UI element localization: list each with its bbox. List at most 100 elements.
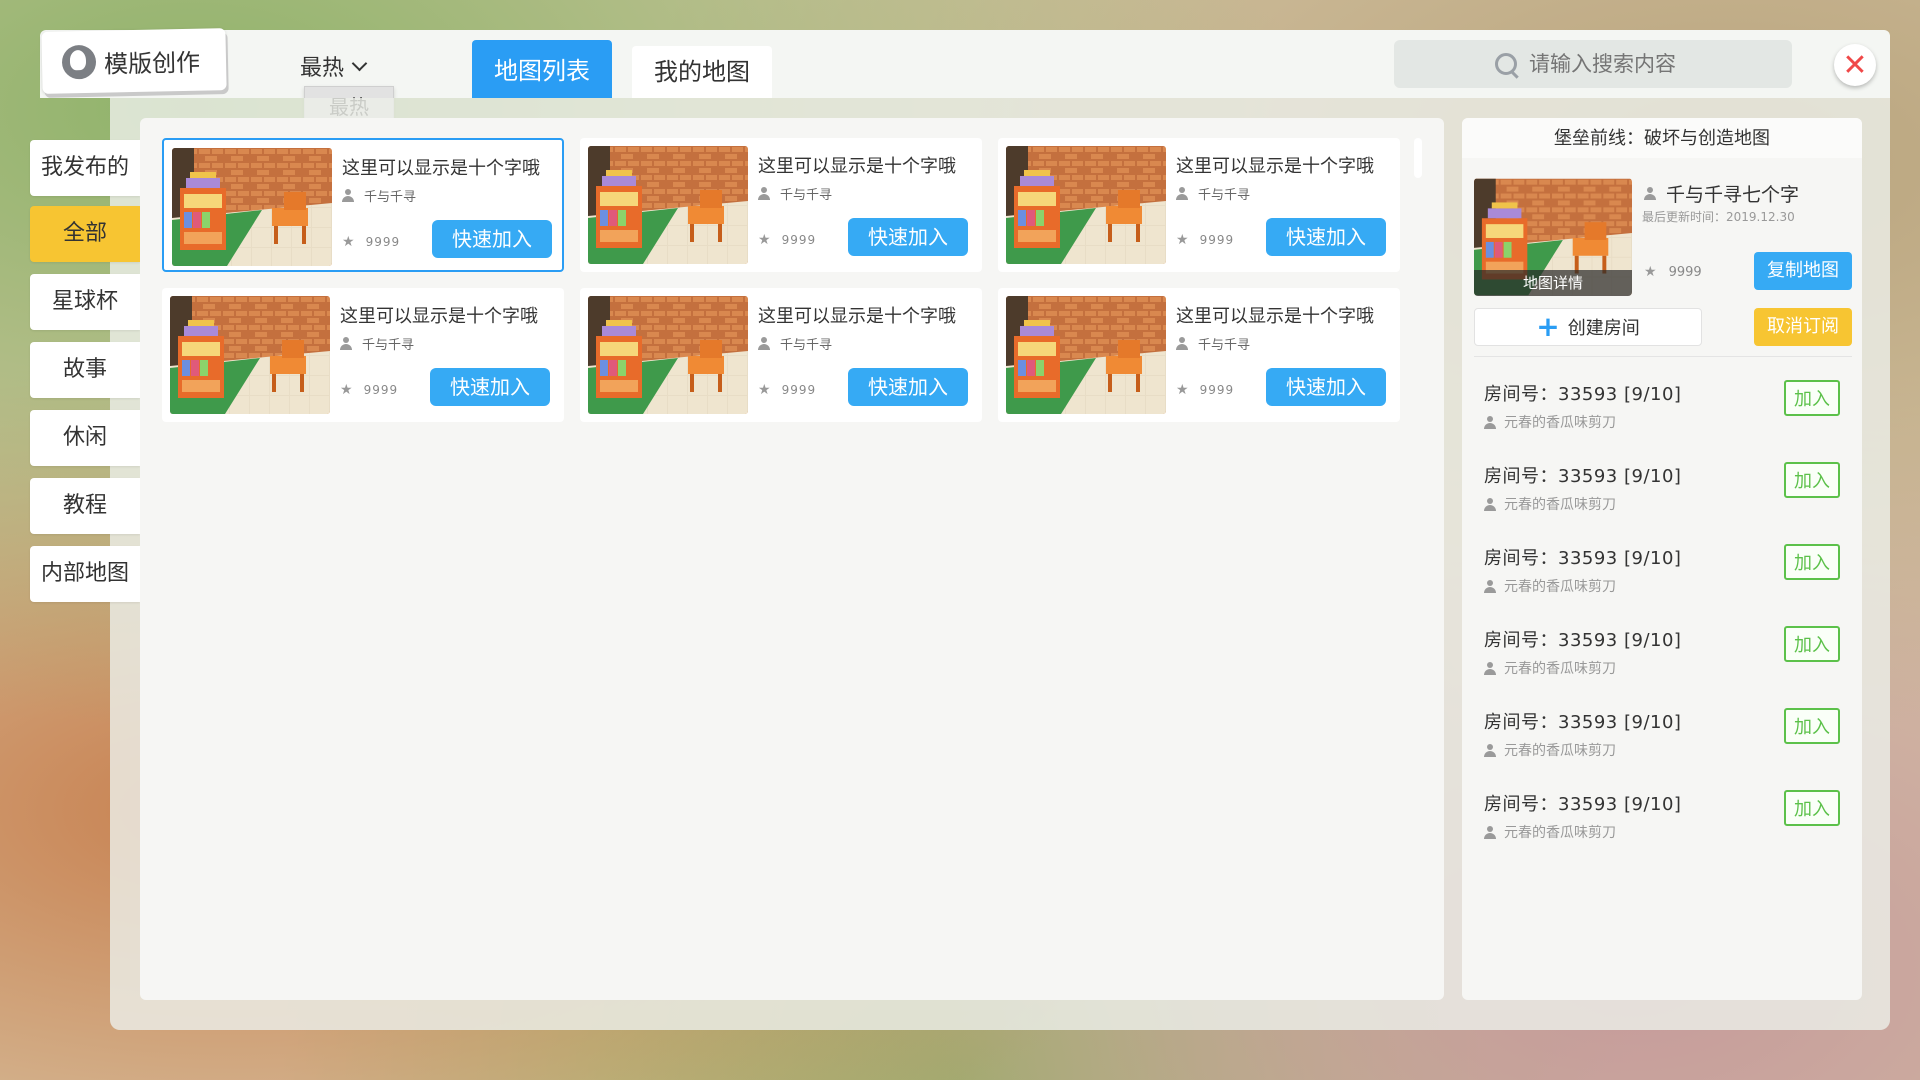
- map-card[interactable]: 这里可以显示是十个字哦 千与千寻 ★ 9999 快速加入: [580, 138, 982, 272]
- sidebar-item-casual[interactable]: 休闲: [30, 410, 140, 466]
- chevron-down-icon: [351, 55, 368, 71]
- map-card[interactable]: 这里可以显示是十个字哦 千与千寻 ★ 9999 快速加入: [998, 138, 1400, 272]
- copy-map-button[interactable]: 复制地图: [1754, 252, 1852, 290]
- room-owner: 元春的香瓜味剪刀: [1484, 576, 1616, 596]
- user-icon: [758, 337, 770, 350]
- sort-label: 最热: [300, 56, 345, 81]
- map-thumbnail: [1006, 296, 1166, 414]
- quick-join-button[interactable]: 快速加入: [432, 220, 552, 258]
- map-thumbnail: [588, 296, 748, 414]
- map-author: 千与千寻: [1176, 334, 1250, 353]
- map-card[interactable]: 这里可以显示是十个字哦 千与千寻 ★ 9999 快速加入: [162, 288, 564, 422]
- user-icon: [1644, 187, 1656, 200]
- map-thumbnail: [172, 148, 332, 266]
- map-author: 千与千寻: [758, 184, 832, 203]
- map-card[interactable]: 这里可以显示是十个字哦 千与千寻 ★ 9999 快速加入: [998, 288, 1400, 422]
- star-icon: ★: [758, 232, 772, 248]
- author-name: 千与千寻: [1198, 188, 1251, 203]
- room-owner: 元春的香瓜味剪刀: [1484, 494, 1616, 514]
- author-name: 千与千寻: [364, 190, 417, 205]
- quick-join-button[interactable]: 快速加入: [848, 368, 968, 406]
- search-input[interactable]: [1527, 51, 1691, 77]
- sidebar-item-all[interactable]: 全部: [30, 206, 140, 262]
- join-room-button[interactable]: 加入: [1784, 790, 1840, 826]
- map-thumbnail: [170, 296, 330, 414]
- room-item: 房间号：33593 [9/10] 元春的香瓜味剪刀 加入: [1484, 626, 1854, 696]
- tab-map-list[interactable]: 地图列表: [472, 40, 612, 98]
- sidebar-item-internal-maps[interactable]: 内部地图: [30, 546, 140, 602]
- map-rating: ★ 9999: [758, 232, 816, 248]
- join-room-button[interactable]: 加入: [1784, 380, 1840, 416]
- quick-join-button[interactable]: 快速加入: [1266, 368, 1386, 406]
- rating-value: 9999: [1199, 383, 1235, 397]
- room-owner: 元春的香瓜味剪刀: [1484, 822, 1616, 842]
- planet-logo-icon: [61, 44, 97, 80]
- map-thumbnail: [588, 146, 748, 264]
- star-icon: ★: [758, 382, 772, 398]
- quick-join-button[interactable]: 快速加入: [1266, 218, 1386, 256]
- room-owner: 元春的香瓜味剪刀: [1484, 740, 1616, 760]
- map-title: 这里可以显示是十个字哦: [1176, 156, 1374, 177]
- user-icon: [1176, 337, 1188, 350]
- detail-updated: 最后更新时间：2019.12.30: [1642, 210, 1795, 224]
- detail-author-name: 千与千寻七个字: [1666, 184, 1800, 206]
- close-icon: ✕: [1842, 47, 1868, 83]
- room-number: 房间号：33593 [9/10]: [1484, 712, 1682, 733]
- join-room-button[interactable]: 加入: [1784, 708, 1840, 744]
- room-owner-name: 元春的香瓜味剪刀: [1504, 661, 1616, 677]
- join-room-button[interactable]: 加入: [1784, 544, 1840, 580]
- map-author: 千与千寻: [342, 186, 416, 205]
- star-icon: ★: [342, 234, 356, 250]
- search-bar[interactable]: [1394, 40, 1792, 88]
- create-room-button[interactable]: + 创建房间: [1474, 308, 1702, 346]
- create-room-label: 创建房间: [1567, 318, 1640, 339]
- room-number: 房间号：33593 [9/10]: [1484, 466, 1682, 487]
- star-icon: ★: [1176, 232, 1190, 248]
- close-button[interactable]: ✕: [1834, 44, 1876, 86]
- room-number: 房间号：33593 [9/10]: [1484, 794, 1682, 815]
- user-icon: [758, 187, 770, 200]
- room-owner: 元春的香瓜味剪刀: [1484, 412, 1616, 432]
- room-item: 房间号：33593 [9/10] 元春的香瓜味剪刀 加入: [1484, 544, 1854, 614]
- plus-icon: +: [1536, 310, 1560, 343]
- divider: [1474, 356, 1852, 357]
- sidebar-item-published[interactable]: 我发布的: [30, 140, 140, 196]
- map-title: 这里可以显示是十个字哦: [758, 156, 956, 177]
- unsubscribe-button[interactable]: 取消订阅: [1754, 308, 1852, 346]
- map-title: 这里可以显示是十个字哦: [1176, 306, 1374, 327]
- list-scrollbar[interactable]: [1414, 138, 1422, 178]
- detail-thumbnail[interactable]: 地图详情: [1474, 178, 1632, 296]
- sidebar-item-planet-cup[interactable]: 星球杯: [30, 274, 140, 330]
- brand-badge: 模版创作: [41, 28, 227, 94]
- search-icon: [1495, 53, 1517, 75]
- map-title: 这里可以显示是十个字哦: [342, 158, 540, 179]
- detail-author: 千与千寻七个字: [1644, 180, 1799, 207]
- room-item: 房间号：33593 [9/10] 元春的香瓜味剪刀 加入: [1484, 380, 1854, 450]
- tab-my-maps[interactable]: 我的地图: [632, 46, 772, 98]
- detail-rating-value: 9999: [1668, 264, 1702, 280]
- map-rating: ★ 9999: [340, 382, 398, 398]
- quick-join-button[interactable]: 快速加入: [848, 218, 968, 256]
- map-author: 千与千寻: [758, 334, 832, 353]
- room-item: 房间号：33593 [9/10] 元春的香瓜味剪刀 加入: [1484, 708, 1854, 778]
- star-icon: ★: [340, 382, 354, 398]
- sidebar-item-tutorial[interactable]: 教程: [30, 478, 140, 534]
- quick-join-button[interactable]: 快速加入: [430, 368, 550, 406]
- sort-dropdown[interactable]: 最热: [300, 50, 368, 82]
- user-icon: [1484, 825, 1496, 839]
- map-card[interactable]: 这里可以显示是十个字哦 千与千寻 ★ 9999 快速加入: [162, 138, 564, 272]
- map-thumbnail: [1006, 146, 1166, 264]
- author-name: 千与千寻: [1198, 338, 1251, 353]
- rating-value: 9999: [363, 383, 399, 397]
- map-card[interactable]: 这里可以显示是十个字哦 千与千寻 ★ 9999 快速加入: [580, 288, 982, 422]
- map-list: 这里可以显示是十个字哦 千与千寻 ★ 9999 快速加入 这里可以显示是十个字哦 …: [140, 118, 1444, 1000]
- join-room-button[interactable]: 加入: [1784, 626, 1840, 662]
- room-owner-name: 元春的香瓜味剪刀: [1504, 497, 1616, 513]
- user-icon: [1176, 187, 1188, 200]
- star-icon: ★: [1644, 264, 1657, 280]
- rating-value: 9999: [365, 235, 401, 249]
- sidebar-item-story[interactable]: 故事: [30, 342, 140, 398]
- author-name: 千与千寻: [780, 188, 833, 203]
- room-owner-name: 元春的香瓜味剪刀: [1504, 579, 1616, 595]
- join-room-button[interactable]: 加入: [1784, 462, 1840, 498]
